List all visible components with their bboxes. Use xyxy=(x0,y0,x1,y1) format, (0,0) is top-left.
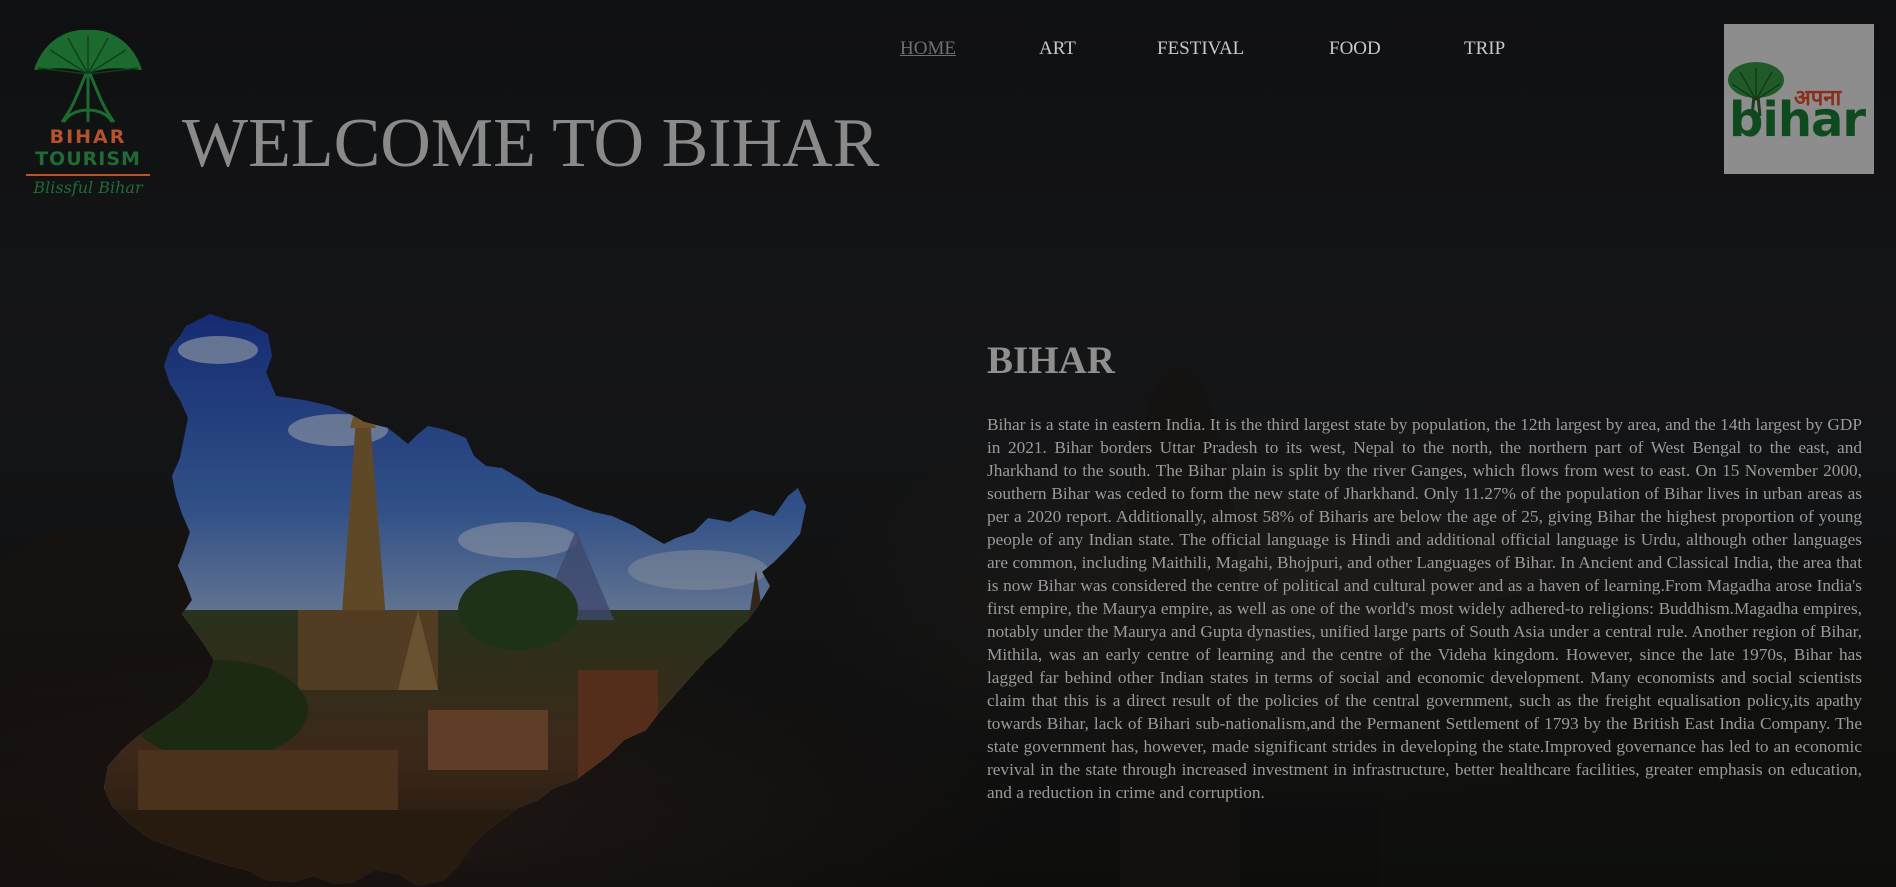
bihar-tourism-logo[interactable]: BIHAR TOURISM Blissful Bihar xyxy=(24,22,152,202)
section-title: BIHAR xyxy=(987,339,1115,382)
nav-item-food[interactable]: FOOD xyxy=(1329,38,1381,60)
section-body: Bihar is a state in eastern India. It is… xyxy=(987,415,1862,802)
nav-item-home[interactable]: HOME xyxy=(900,38,956,60)
nav-item-art[interactable]: ART xyxy=(1039,38,1076,60)
logo-tagline: Blissful Bihar xyxy=(33,178,143,197)
logo-divider xyxy=(26,174,150,176)
nav-item-trip[interactable]: TRIP xyxy=(1464,38,1505,60)
bihar-word: bihar xyxy=(1729,92,1866,148)
logo-text-tourism: TOURISM xyxy=(35,148,141,170)
page-title: WELCOME TO BIHAR xyxy=(182,105,880,182)
tree-icon xyxy=(24,22,152,126)
page: BIHAR TOURISM Blissful Bihar WELCOME TO … xyxy=(0,0,1896,887)
nav-item-festival[interactable]: FESTIVAL xyxy=(1157,38,1244,60)
apna-bihar-logo[interactable]: अपना bihar xyxy=(1724,24,1874,174)
bihar-map-collage-image xyxy=(98,310,918,887)
logo-text-bihar: BIHAR xyxy=(49,126,127,148)
